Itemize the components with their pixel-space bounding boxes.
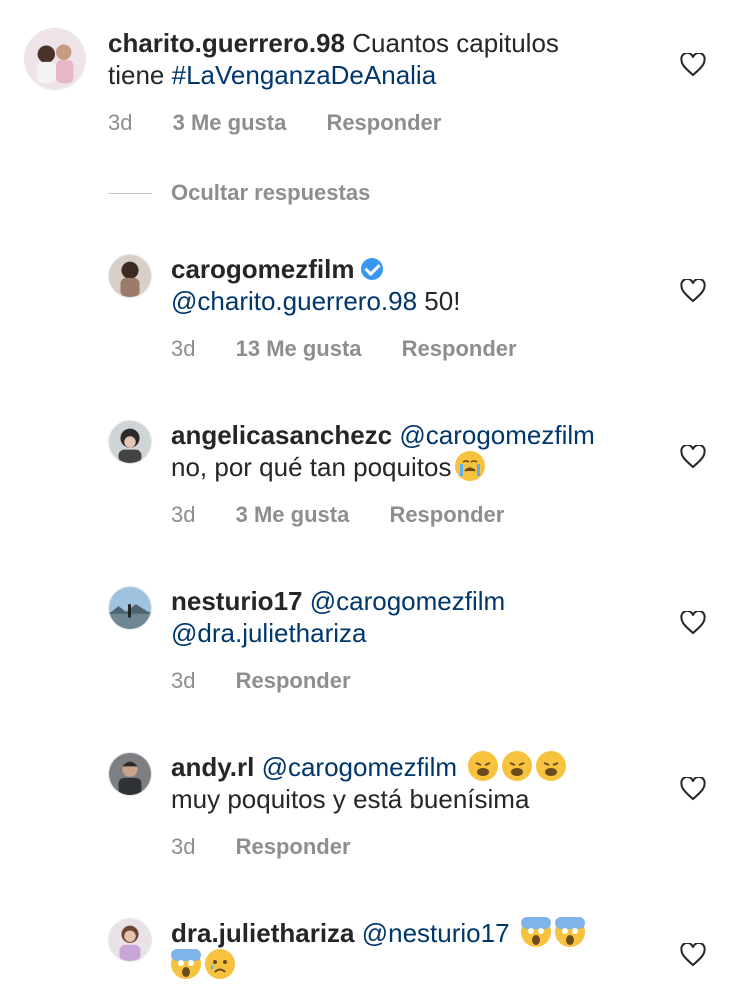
reply-body: 50! [417,286,461,316]
username[interactable]: nesturio17 [171,586,303,616]
crying-face-icon [455,451,486,481]
reply-text: dra.juliethariza @nesturio17 [171,917,585,981]
reply-button[interactable]: Responder [326,110,441,136]
username[interactable]: angelicasanchezc [171,420,392,450]
avatar[interactable] [108,918,152,962]
avatar[interactable] [108,586,152,630]
username[interactable]: andy.rl [171,752,254,782]
weary-face-icon [536,751,567,781]
screaming-face-icon [554,917,585,947]
hashtag-link[interactable]: #LaVenganzaDeAnalia [172,60,437,90]
comment-body: Cuantos capitulos [352,28,559,58]
mention-link[interactable]: @dra.juliethariza [171,618,366,648]
timestamp: 3d [171,834,196,859]
likes-count[interactable]: 13 Me gusta [236,336,362,362]
sad-tear-face-icon [205,949,235,979]
reply-body: muy poquitos y está buenísima [171,784,530,814]
reply-button[interactable]: Responder [402,336,517,362]
screaming-face-icon [171,949,201,979]
verified-badge-icon [360,258,383,280]
timestamp: 3d [171,668,196,693]
weary-face-icon [502,751,533,781]
like-heart-icon[interactable] [680,53,706,77]
reply-meta: 3d Responder [171,668,385,694]
mention-link[interactable]: @carogomezfilm [399,420,594,450]
avatar[interactable] [108,254,152,298]
likes-count[interactable]: 3 Me gusta [236,502,350,528]
hide-replies-button[interactable]: Ocultar respuestas [171,180,370,206]
like-heart-icon[interactable] [680,445,706,469]
reply-meta: 3d Responder [171,834,385,860]
comment-meta: 3d 3 Me gusta Responder [108,110,475,136]
reply-body: no, por qué tan poquitos [171,452,452,482]
likes-count[interactable]: 3 Me gusta [173,110,287,136]
divider-line [108,193,152,194]
comment-body-cont: tiene [108,60,172,90]
reply-button[interactable]: Responder [389,502,504,528]
like-heart-icon[interactable] [680,777,706,801]
weary-face-icon [468,751,499,781]
username[interactable]: carogomezfilm [171,254,355,284]
username[interactable]: charito.guerrero.98 [108,28,345,58]
timestamp: 3d [171,502,196,527]
reply-button[interactable]: Responder [236,834,351,860]
avatar[interactable] [108,752,152,796]
mention-link[interactable]: @nesturio17 [362,918,510,948]
like-heart-icon[interactable] [680,611,706,635]
avatar[interactable] [108,420,152,464]
mention-link[interactable]: @charito.guerrero.98 [171,286,417,316]
mention-link[interactable]: @carogomezfilm [262,752,457,782]
reply-meta: 3d 13 Me gusta Responder [171,336,551,362]
screaming-face-icon [520,917,551,947]
like-heart-icon[interactable] [680,943,706,967]
comment-text: charito.guerrero.98 Cuantos capitulos ti… [108,27,668,91]
reply-meta: 3d 3 Me gusta Responder [171,502,538,528]
reply-text: andy.rl @carogomezfilm muy poquitos y es… [171,751,567,815]
timestamp: 3d [108,110,133,135]
avatar[interactable] [24,28,86,90]
username[interactable]: dra.juliethariza [171,918,355,948]
reply-text: angelicasanchezc @carogomezfilm no, por … [171,419,595,483]
timestamp: 3d [171,336,196,361]
like-heart-icon[interactable] [680,279,706,303]
reply-button[interactable]: Responder [236,668,351,694]
reply-text: nesturio17 @carogomezfilm @dra.juliethar… [171,585,505,649]
mention-link[interactable]: @carogomezfilm [310,586,505,616]
reply-text: carogomezfilm @charito.guerrero.98 50! [171,253,460,317]
